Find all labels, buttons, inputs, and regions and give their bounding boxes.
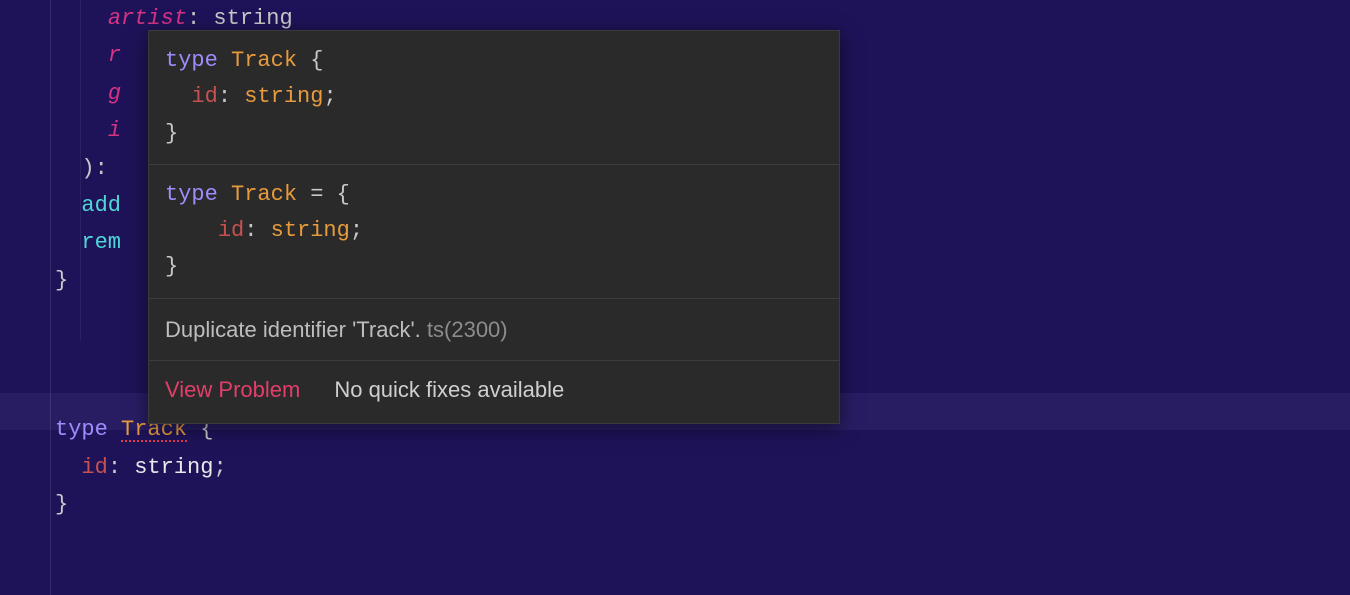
brace: }: [55, 492, 68, 517]
hover-punct: = {: [297, 182, 350, 207]
hover-punct: :: [218, 84, 244, 109]
hover-type-name: Track: [218, 48, 297, 73]
error-text: Duplicate identifier 'Track'.: [165, 317, 427, 342]
hover-type: string: [271, 218, 350, 243]
property-fragment: i: [108, 118, 121, 143]
property-name: artist: [108, 6, 187, 31]
hover-error-message: Duplicate identifier 'Track'. ts(2300): [149, 299, 839, 360]
hover-semi: ;: [323, 84, 336, 109]
semicolon: ;: [213, 455, 226, 480]
hover-type-name: Track: [218, 182, 297, 207]
code-line[interactable]: id: string;: [50, 449, 1350, 486]
no-quick-fixes-label: No quick fixes available: [334, 371, 564, 408]
hover-semi: ;: [350, 218, 363, 243]
hover-indent: [165, 218, 218, 243]
type-name: string: [134, 455, 213, 480]
property-name: id: [81, 455, 107, 480]
method-fragment: add: [81, 193, 121, 218]
hover-type: string: [244, 84, 323, 109]
property-fragment: r: [108, 43, 121, 68]
brace: }: [55, 268, 68, 293]
hover-indent: [165, 84, 191, 109]
paren-close-colon: ):: [81, 156, 107, 181]
hover-brace: }: [165, 254, 178, 279]
type-annotation: : string: [187, 6, 293, 31]
hover-definition-block: type Track { id: string; }: [149, 31, 839, 164]
hover-brace: }: [165, 121, 178, 146]
view-problem-link[interactable]: View Problem: [165, 371, 300, 408]
hover-keyword: type: [165, 182, 218, 207]
type-keyword: type: [55, 417, 108, 442]
punct: :: [108, 455, 134, 480]
hover-definition-block: type Track = { id: string; }: [149, 165, 839, 298]
hover-tooltip[interactable]: type Track { id: string; } type Track = …: [148, 30, 840, 424]
hover-property: id: [218, 218, 244, 243]
hover-punct: :: [244, 218, 270, 243]
hover-keyword: type: [165, 48, 218, 73]
property-fragment: g: [108, 81, 121, 106]
hover-punct: {: [297, 48, 323, 73]
method-fragment: rem: [81, 230, 121, 255]
hover-actions-row: View Problem No quick fixes available: [149, 361, 839, 422]
code-line[interactable]: }: [50, 486, 1350, 523]
error-squiggle[interactable]: Track: [121, 420, 187, 442]
error-code: ts(2300): [427, 317, 508, 342]
hover-property: id: [191, 84, 217, 109]
